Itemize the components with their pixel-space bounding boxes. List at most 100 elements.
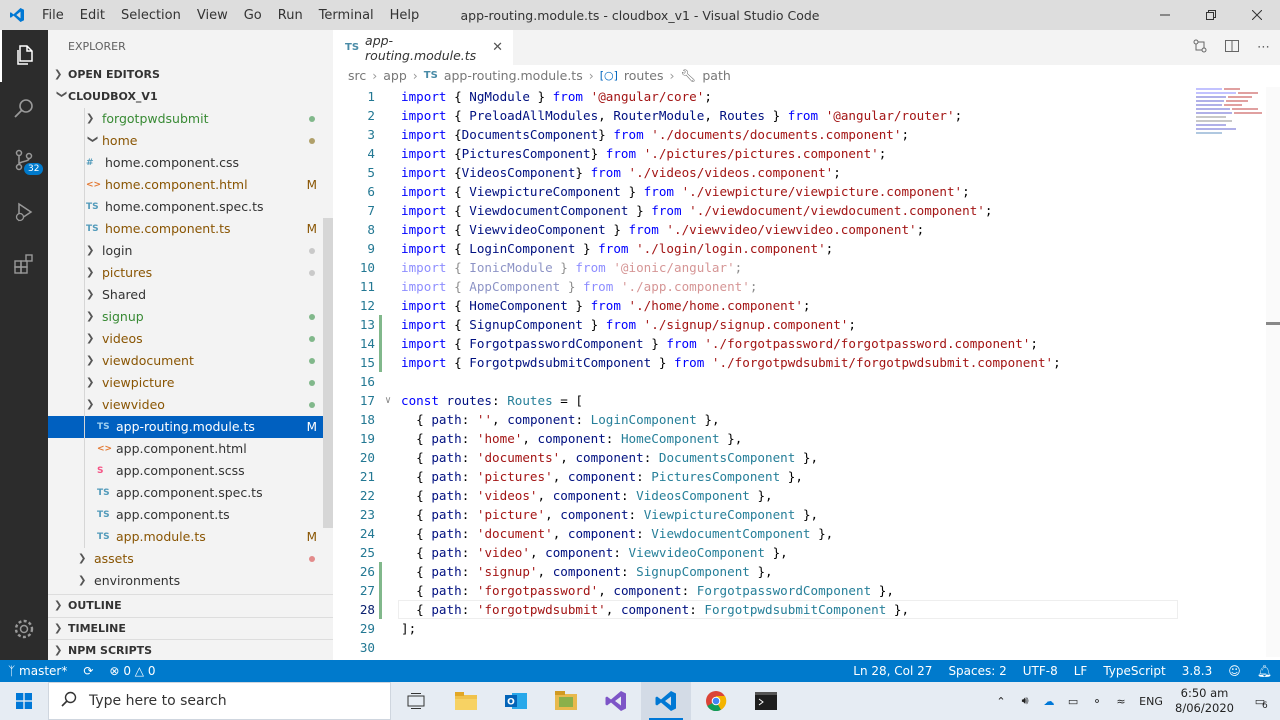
- code-line[interactable]: 9 import { LoginComponent } from './login…: [333, 239, 1268, 258]
- code-line[interactable]: 10 import { IonicModule } from '@ionic/an…: [333, 258, 1268, 277]
- windows-start-icon[interactable]: [0, 682, 48, 720]
- menu-terminal[interactable]: Terminal: [311, 8, 382, 23]
- code-line[interactable]: 8 import { ViewvideoComponent } from './v…: [333, 220, 1268, 239]
- notifications-bell-icon[interactable]: 🔔︎: [1249, 664, 1280, 678]
- restore-button[interactable]: [1188, 0, 1234, 30]
- tree-folder[interactable]: ❯ assets: [48, 548, 333, 570]
- tab-app-routing[interactable]: TS app-routing.module.ts ✕: [333, 30, 513, 65]
- breadcrumb-app[interactable]: app: [383, 65, 407, 87]
- sidebar-scrollbar[interactable]: [323, 218, 333, 528]
- code-editor[interactable]: 1 import { NgModule } from '@angular/core…: [333, 87, 1268, 657]
- breadcrumb-routes[interactable]: routes: [624, 65, 664, 87]
- search-icon[interactable]: [0, 82, 48, 134]
- code-line[interactable]: 15 import { ForgotpwdsubmitComponent } fr…: [333, 353, 1268, 372]
- language-mode[interactable]: TypeScript: [1095, 664, 1173, 678]
- code-line[interactable]: 18 { path: '', component: LoginComponent…: [333, 410, 1268, 429]
- encoding[interactable]: UTF-8: [1015, 664, 1066, 678]
- timeline-section[interactable]: ❯ TIMELINE: [48, 617, 333, 639]
- phone-icon[interactable]: ▭: [1061, 695, 1085, 708]
- menu-file[interactable]: File: [34, 8, 72, 23]
- wifi-icon[interactable]: ≈: [1109, 695, 1133, 708]
- code-line[interactable]: 5 import {VideosComponent} from './videos…: [333, 163, 1268, 182]
- close-tab-icon[interactable]: ✕: [492, 40, 503, 55]
- usb-icon[interactable]: ⚬: [1085, 695, 1109, 708]
- cursor-position[interactable]: Ln 28, Col 27: [845, 664, 940, 678]
- editor-scrollbar[interactable]: [1266, 87, 1280, 657]
- code-line[interactable]: 30: [333, 638, 1268, 657]
- outline-section[interactable]: ❯ OUTLINE: [48, 595, 333, 617]
- open-changes-icon[interactable]: [1193, 39, 1207, 57]
- open-editors-section[interactable]: ❯ OPEN EDITORS: [48, 64, 333, 86]
- tree-folder[interactable]: ❯ videos: [48, 328, 333, 350]
- task-view-icon[interactable]: [391, 682, 441, 720]
- tree-folder[interactable]: ❯ signup: [48, 306, 333, 328]
- indentation[interactable]: Spaces: 2: [940, 664, 1014, 678]
- tree-file[interactable]: TS app.component.spec.ts: [48, 482, 333, 504]
- tree-folder[interactable]: ❯ pictures: [48, 262, 333, 284]
- menu-selection[interactable]: Selection: [113, 8, 189, 23]
- fold-chevron-icon[interactable]: ∨: [385, 391, 391, 410]
- breadcrumb-src[interactable]: src: [348, 65, 366, 87]
- file-manager-icon[interactable]: [541, 682, 591, 720]
- vscode-taskbar-icon[interactable]: [641, 682, 691, 720]
- more-actions-icon[interactable]: ⋯: [1257, 40, 1270, 55]
- code-line[interactable]: 24 { path: 'document', component: Viewdo…: [333, 524, 1268, 543]
- tree-file[interactable]: TS home.component.ts M: [48, 218, 333, 240]
- run-debug-icon[interactable]: [0, 186, 48, 238]
- source-control-icon[interactable]: 32: [0, 134, 48, 186]
- code-line[interactable]: 2 import { PreloadAllModules, RouterModul…: [333, 106, 1268, 125]
- code-line[interactable]: 17 ∨ const routes: Routes = [: [333, 391, 1268, 410]
- code-line[interactable]: 1 import { NgModule } from '@angular/core…: [333, 87, 1268, 106]
- tree-file[interactable]: Sapp.component.scss: [48, 460, 333, 482]
- tree-file[interactable]: <> app.component.html: [48, 438, 333, 460]
- tree-folder[interactable]: ❯ forgotpwdsubmit: [48, 108, 333, 130]
- code-line[interactable]: 11 import { AppComponent } from './app.co…: [333, 277, 1268, 296]
- onedrive-icon[interactable]: ☁︎: [1037, 695, 1061, 708]
- code-line[interactable]: 4 import {PicturesComponent} from './pict…: [333, 144, 1268, 163]
- code-line[interactable]: 25 { path: 'video', component: Viewvideo…: [333, 543, 1268, 562]
- sync-icon[interactable]: ⟳: [75, 664, 101, 678]
- tree-folder[interactable]: ❯ viewdocument: [48, 350, 333, 372]
- action-center-icon[interactable]: ▭ 6: [1240, 695, 1280, 711]
- keyboard-lang[interactable]: ENG: [1133, 695, 1169, 708]
- code-line[interactable]: 28 { path: 'forgotpwdsubmit', component:…: [333, 600, 1268, 619]
- feedback-icon[interactable]: ☺: [1220, 664, 1249, 678]
- clock[interactable]: 6:50 am 8/06/2020: [1169, 686, 1240, 716]
- extensions-icon[interactable]: [0, 238, 48, 290]
- tree-file[interactable]: <> home.component.html M: [48, 174, 333, 196]
- code-line[interactable]: 16: [333, 372, 1268, 391]
- breadcrumb-file[interactable]: app-routing.module.ts: [444, 65, 583, 87]
- tree-file[interactable]: TS app-routing.module.ts M: [48, 416, 333, 438]
- code-line[interactable]: 7 import { ViewdocumentComponent } from '…: [333, 201, 1268, 220]
- code-line[interactable]: 27 { path: 'forgotpassword', component: …: [333, 581, 1268, 600]
- code-line[interactable]: 29];: [333, 619, 1268, 638]
- tree-file[interactable]: TS app.component.ts: [48, 504, 333, 526]
- code-line[interactable]: 23 { path: 'picture', component: Viewpic…: [333, 505, 1268, 524]
- tree-folder[interactable]: ❯ Shared: [48, 284, 333, 306]
- code-line[interactable]: 3 import {DocumentsComponent} from './doc…: [333, 125, 1268, 144]
- taskbar-search-box[interactable]: Type here to search: [48, 682, 391, 720]
- menu-run[interactable]: Run: [270, 8, 311, 23]
- code-line[interactable]: 26 { path: 'signup', component: SignupCo…: [333, 562, 1268, 581]
- code-line[interactable]: 14 import { ForgotpasswordComponent } fro…: [333, 334, 1268, 353]
- code-line[interactable]: 20 { path: 'documents', component: Docum…: [333, 448, 1268, 467]
- tree-folder[interactable]: ❯ environments: [48, 570, 333, 592]
- tree-file[interactable]: # home.component.css: [48, 152, 333, 174]
- menu-go[interactable]: Go: [236, 8, 270, 23]
- problems-indicator[interactable]: ⊗ 0 △ 0: [101, 664, 163, 678]
- explorer-icon[interactable]: [0, 30, 48, 82]
- line-ending[interactable]: LF: [1066, 664, 1096, 678]
- breadcrumb-path[interactable]: path: [702, 65, 730, 87]
- show-hidden-icons[interactable]: ⌃: [989, 695, 1013, 708]
- ts-version[interactable]: 3.8.3: [1174, 664, 1221, 678]
- close-window-button[interactable]: [1234, 0, 1280, 30]
- minimap[interactable]: [1196, 88, 1266, 138]
- terminal-icon[interactable]: [741, 682, 791, 720]
- project-section[interactable]: ❯ CLOUDBOX_V1: [48, 86, 333, 108]
- code-line[interactable]: 21 { path: 'pictures', component: Pictur…: [333, 467, 1268, 486]
- menu-view[interactable]: View: [189, 8, 236, 23]
- code-line[interactable]: 6 import { ViewpictureComponent } from '.…: [333, 182, 1268, 201]
- outlook-icon[interactable]: O: [491, 682, 541, 720]
- tree-folder[interactable]: ❯ home: [48, 130, 333, 152]
- code-line[interactable]: 22 { path: 'videos', component: VideosCo…: [333, 486, 1268, 505]
